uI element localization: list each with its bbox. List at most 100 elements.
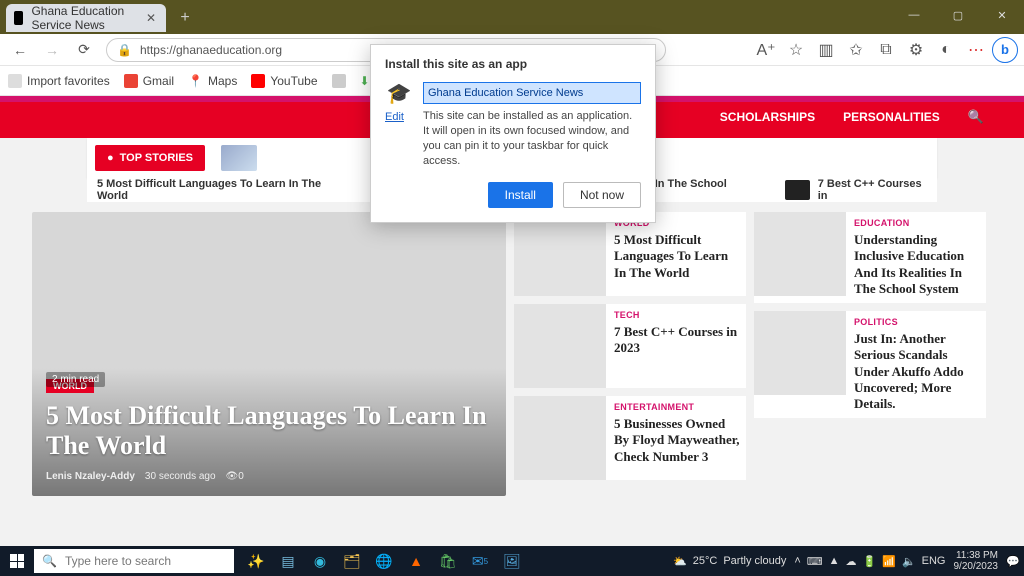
network-icon[interactable]: 📶 bbox=[882, 555, 896, 568]
vlc-icon[interactable]: ▲ bbox=[402, 546, 430, 576]
action-center-icon[interactable]: 💬 bbox=[1006, 546, 1020, 576]
maximize-button[interactable]: ▢ bbox=[936, 0, 980, 30]
article-column-1: WORLD5 Most Difficult Languages To Learn… bbox=[514, 212, 746, 496]
nav-personalities[interactable]: PERSONALITIES bbox=[843, 110, 940, 124]
copilot-icon[interactable]: ✨ bbox=[242, 546, 270, 576]
card-title: 7 Best C++ Courses in 2023 bbox=[614, 324, 740, 357]
browser-tab[interactable]: Ghana Education Service News ✕ bbox=[6, 4, 166, 32]
app-icon: 🎓 bbox=[385, 81, 413, 105]
install-button[interactable]: Install bbox=[488, 182, 553, 208]
maps-icon: 📍 bbox=[188, 74, 203, 88]
bookmark-blank-1[interactable] bbox=[332, 74, 346, 88]
cloud-icon[interactable]: ☁ bbox=[846, 555, 857, 568]
extension-icon[interactable]: ⚙ bbox=[902, 36, 930, 64]
youtube-icon bbox=[251, 74, 265, 88]
bookmark-import-favorites[interactable]: Import favorites bbox=[8, 74, 110, 88]
ticker-headline-1[interactable]: 5 Most Difficult Languages To Learn In T… bbox=[97, 178, 339, 202]
windows-logo-icon bbox=[10, 554, 24, 568]
tray-chevron-icon[interactable]: ˄ bbox=[794, 555, 800, 567]
hero-meta: Lenis Nzaley-Addy 30 seconds ago 👁0 bbox=[46, 471, 492, 482]
card-thumb bbox=[754, 212, 846, 296]
back-button[interactable]: ← bbox=[6, 36, 34, 64]
store-icon[interactable]: 🛍 bbox=[434, 546, 462, 576]
weather-text: Partly cloudy bbox=[723, 555, 786, 567]
tab-close-icon[interactable]: ✕ bbox=[146, 11, 156, 25]
card-thumb bbox=[514, 212, 606, 296]
hero-article[interactable]: 2 min read WORLD 5 Most Difficult Langua… bbox=[32, 212, 506, 496]
not-now-button[interactable]: Not now bbox=[563, 182, 641, 208]
edge-icon[interactable]: ◉ bbox=[306, 546, 334, 576]
new-tab-button[interactable]: + bbox=[172, 5, 198, 31]
collections-icon[interactable]: ⧉ bbox=[872, 36, 900, 64]
start-button[interactable] bbox=[0, 546, 34, 576]
card-category: POLITICS bbox=[854, 317, 980, 327]
ticker-thumb bbox=[221, 145, 257, 171]
lock-icon: 🔒 bbox=[117, 43, 132, 57]
card-category: TECH bbox=[614, 310, 740, 320]
mail-icon[interactable]: ✉5 bbox=[466, 546, 494, 576]
tab-title: Ghana Education Service News bbox=[31, 4, 145, 32]
ticker-headline-3[interactable]: 7 Best C++ Courses in bbox=[818, 178, 927, 202]
article-card[interactable]: POLITICS Just In: Another Serious Scandal… bbox=[754, 311, 986, 418]
weather-widget[interactable]: ⛅ 25°C Partly cloudy bbox=[673, 555, 786, 568]
card-category: EDUCATION bbox=[854, 218, 980, 228]
battery-icon[interactable]: 🔋 bbox=[863, 555, 877, 568]
page-icon bbox=[332, 74, 346, 88]
bing-chat-icon[interactable]: b bbox=[992, 37, 1018, 63]
favorite-icon[interactable]: ☆ bbox=[782, 36, 810, 64]
weather-temp: 25°C bbox=[693, 555, 718, 567]
ticker-item[interactable] bbox=[221, 145, 257, 171]
dialog-description: This site can be installed as an applica… bbox=[423, 109, 641, 168]
clock-date: 9/20/2023 bbox=[954, 561, 999, 572]
gmail-icon bbox=[124, 74, 138, 88]
window-close-button[interactable]: ✕ bbox=[980, 0, 1024, 30]
search-icon: 🔍 bbox=[42, 554, 57, 568]
clock-time: 11:38 PM bbox=[954, 550, 999, 561]
forward-button: → bbox=[38, 36, 66, 64]
nav-search-icon[interactable]: 🔍 bbox=[968, 109, 984, 125]
reader-icon[interactable]: A⁺ bbox=[752, 36, 780, 64]
window-controls: — ▢ ✕ bbox=[892, 0, 1024, 30]
edit-link[interactable]: Edit bbox=[385, 111, 417, 123]
hero-author: Lenis Nzaley-Addy bbox=[46, 471, 135, 482]
window-titlebar: Ghana Education Service News ✕ + — ▢ ✕ bbox=[0, 0, 1024, 34]
task-view-icon[interactable]: ▤ bbox=[274, 546, 302, 576]
bookmark-maps[interactable]: 📍Maps bbox=[188, 74, 237, 88]
download-icon: ⬇ bbox=[360, 74, 370, 88]
nav-scholarships[interactable]: SCHOLARSHIPS bbox=[720, 110, 815, 124]
url-text: https://ghanaeducation.org bbox=[140, 43, 282, 57]
file-explorer-icon[interactable]: 🗂 bbox=[338, 546, 366, 576]
article-card[interactable]: WORLD5 Most Difficult Languages To Learn… bbox=[514, 212, 746, 296]
keyboard-icon[interactable]: ⌨ bbox=[807, 555, 823, 568]
card-title: 5 Businesses Owned By Floyd Mayweather, … bbox=[614, 416, 740, 465]
dialog-title: Install this site as an app bbox=[385, 57, 641, 71]
photos-icon[interactable]: 🖼 bbox=[498, 546, 526, 576]
volume-icon[interactable]: 🔈 bbox=[902, 555, 916, 568]
refresh-button[interactable]: ⟳ bbox=[70, 36, 98, 64]
tab-favicon bbox=[14, 11, 23, 25]
more-menu-icon[interactable]: ⋯ bbox=[962, 36, 990, 64]
card-title: Understanding Inclusive Education And It… bbox=[854, 232, 980, 297]
profile-avatar[interactable]: ◐ bbox=[932, 36, 960, 64]
bookmark-youtube[interactable]: YouTube bbox=[251, 74, 317, 88]
card-title: Just In: Another Serious Scandals Under … bbox=[854, 331, 980, 412]
taskbar-clock[interactable]: 11:38 PM 9/20/2023 bbox=[954, 550, 999, 572]
article-card[interactable]: TECH 7 Best C++ Courses in 2023 bbox=[514, 304, 746, 388]
language-indicator[interactable]: ENG bbox=[922, 555, 946, 567]
split-screen-icon[interactable]: ▥ bbox=[812, 36, 840, 64]
onedrive-icon[interactable]: ▲ bbox=[829, 555, 840, 567]
favorites-bar-icon[interactable]: ✩ bbox=[842, 36, 870, 64]
taskbar-search[interactable]: 🔍 Type here to search bbox=[34, 549, 234, 573]
windows-taskbar: 🔍 Type here to search ✨ ▤ ◉ 🗂 🌐 ▲ 🛍 ✉5 🖼… bbox=[0, 546, 1024, 576]
chrome-icon[interactable]: 🌐 bbox=[370, 546, 398, 576]
card-thumb bbox=[514, 304, 606, 388]
card-thumb bbox=[514, 396, 606, 480]
app-name-input[interactable]: Ghana Education Service News bbox=[423, 82, 641, 104]
bookmark-gmail[interactable]: Gmail bbox=[124, 74, 174, 88]
article-card[interactable]: EDUCATION Understanding Inclusive Educati… bbox=[754, 212, 986, 303]
import-icon bbox=[8, 74, 22, 88]
top-stories-badge: ● TOP STORIES bbox=[95, 145, 205, 171]
article-card[interactable]: ENTERTAINMENT5 Businesses Owned By Floyd… bbox=[514, 396, 746, 480]
minimize-button[interactable]: — bbox=[892, 0, 936, 30]
ticker-thumb-dark bbox=[785, 180, 809, 200]
